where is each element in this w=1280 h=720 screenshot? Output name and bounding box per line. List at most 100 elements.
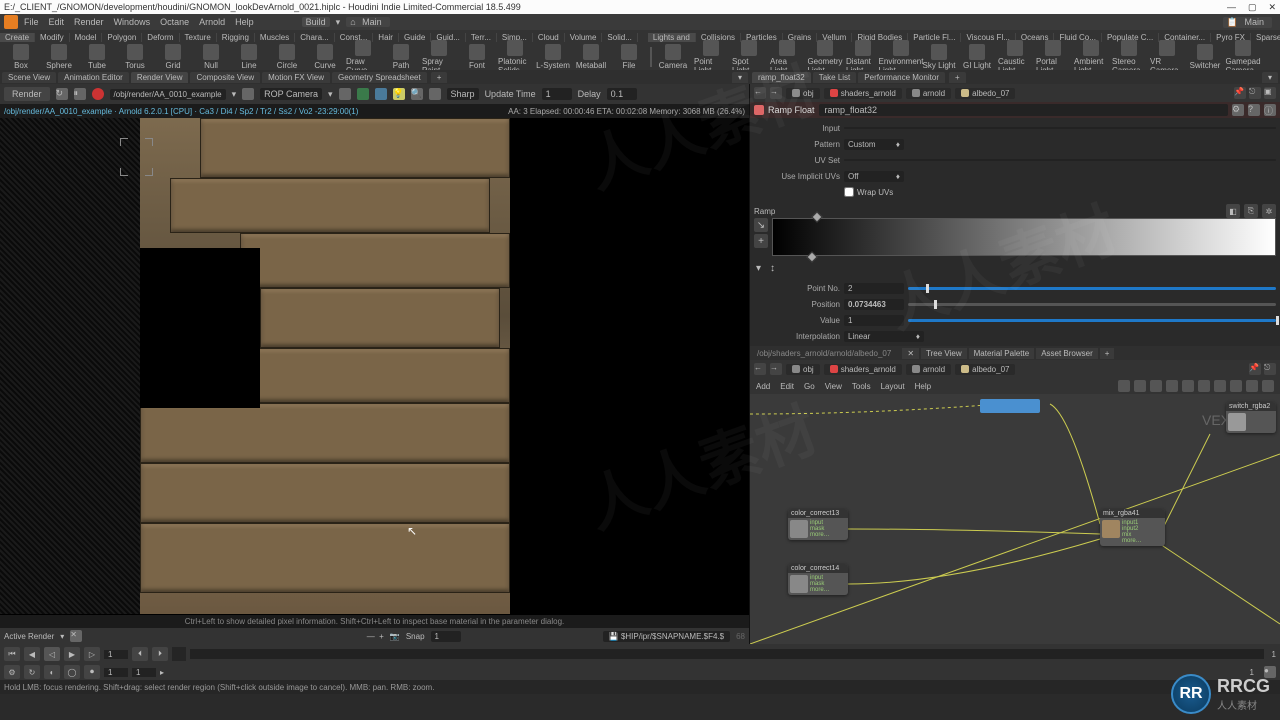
tool-torus[interactable]: Torus xyxy=(118,44,152,70)
tool-box[interactable]: Box xyxy=(4,44,38,70)
tab-assetbrowser[interactable]: Asset Browser xyxy=(1036,348,1098,359)
nav-back-icon[interactable]: ← xyxy=(754,363,766,375)
snap-num[interactable]: 1 xyxy=(431,631,461,642)
ng-icon[interactable] xyxy=(1134,380,1146,392)
shelf-tab[interactable]: Polygon xyxy=(102,33,142,42)
ng-icon[interactable] xyxy=(1118,380,1130,392)
crumb-shaders[interactable]: shaders_arnold xyxy=(824,364,902,375)
input-field[interactable] xyxy=(844,127,1276,129)
node-mix[interactable]: mix_rgba41 input1input2mixmore… xyxy=(1100,509,1165,546)
shelf-tab[interactable]: Lights and xyxy=(648,33,696,42)
tab-treeview[interactable]: Tree View xyxy=(921,348,967,359)
zoom-icon[interactable]: 🔍 xyxy=(411,88,423,100)
tool-tube[interactable]: Tube xyxy=(80,44,114,70)
ng-icon[interactable] xyxy=(1150,380,1162,392)
tool-skylight[interactable]: Sky Light xyxy=(922,44,956,70)
link-icon[interactable]: ⎋ xyxy=(1249,87,1261,99)
quality-dropdown[interactable]: Sharp xyxy=(447,88,479,100)
shelf-tab[interactable]: Texture xyxy=(180,33,217,42)
tool-sphere[interactable]: Sphere xyxy=(42,44,76,70)
loop-icon[interactable]: ↕ xyxy=(770,263,775,274)
node-name-field[interactable]: ramp_float32 xyxy=(819,104,1228,116)
new-pane-icon[interactable]: ▣ xyxy=(1264,87,1276,99)
ng-menu-add[interactable]: Add xyxy=(756,382,770,391)
shelf-tab[interactable]: Modify xyxy=(35,33,70,42)
uvset-field[interactable] xyxy=(844,159,1276,161)
pin-icon[interactable]: 📌 xyxy=(1249,363,1261,375)
menu-help[interactable]: Help xyxy=(231,17,258,27)
crumb-albedo[interactable]: albedo_07 xyxy=(955,364,1015,375)
tool-gilight[interactable]: GI Light xyxy=(960,44,994,70)
ng-menu-go[interactable]: Go xyxy=(804,382,815,391)
chevron-right-icon[interactable]: ▸ xyxy=(160,668,164,677)
crumb-obj[interactable]: obj xyxy=(786,364,820,375)
ramp-gradient[interactable] xyxy=(772,218,1276,256)
close-icon[interactable]: ✕ xyxy=(1268,2,1276,13)
pointno-field[interactable]: 2 xyxy=(844,283,904,294)
help-icon[interactable]: ? xyxy=(1248,104,1260,116)
tab-animeditor[interactable]: Animation Editor xyxy=(58,72,129,83)
shelf-tab[interactable]: Cloud xyxy=(533,33,565,42)
tool-lsystem[interactable]: L-System xyxy=(536,44,570,70)
aov-icon[interactable] xyxy=(429,88,441,100)
tool-metaball[interactable]: Metaball xyxy=(574,44,608,70)
tool-curve[interactable]: Curve xyxy=(308,44,342,70)
menu-windows[interactable]: Windows xyxy=(110,17,155,27)
info-icon[interactable]: ⓘ xyxy=(1264,104,1276,116)
ng-menu-view[interactable]: View xyxy=(825,382,842,391)
camera-icon[interactable]: 📷 xyxy=(390,632,400,641)
pb-icon[interactable]: ◐ xyxy=(44,665,60,679)
value-slider[interactable] xyxy=(908,319,1276,322)
range-start[interactable]: 1 xyxy=(104,668,128,677)
tool-camera[interactable]: Camera xyxy=(656,44,690,70)
ramp-copy-icon[interactable]: ⎘ xyxy=(1244,204,1258,218)
shelf-tab[interactable]: Solid... xyxy=(602,33,637,42)
ng-icon[interactable] xyxy=(1230,380,1242,392)
menu-arnold[interactable]: Arnold xyxy=(195,17,229,27)
next-key-icon[interactable]: ⏵ xyxy=(152,647,168,661)
light-icon[interactable]: 💡 xyxy=(393,88,405,100)
desktop-main[interactable]: ⌂ Main xyxy=(346,17,389,27)
shelf-tab[interactable]: Model xyxy=(70,33,103,42)
stop-icon[interactable] xyxy=(92,88,104,100)
ng-menu-edit[interactable]: Edit xyxy=(780,382,794,391)
ng-menu-help[interactable]: Help xyxy=(915,382,931,391)
chevron-down-icon[interactable]: ▾ xyxy=(232,89,237,100)
first-frame-icon[interactable]: ⏮ xyxy=(4,647,20,661)
position-field[interactable]: 0.0734463 xyxy=(844,299,904,310)
tab-geospread[interactable]: Geometry Spreadsheet xyxy=(332,72,427,83)
tab-ramp[interactable]: ramp_float32 xyxy=(752,72,811,83)
add-tab-icon[interactable]: + xyxy=(431,72,448,83)
blue-node[interactable] xyxy=(980,399,1040,413)
collapse-icon[interactable]: ▾ xyxy=(756,263,766,274)
close-icon[interactable]: ✕ xyxy=(902,348,919,359)
tool-line[interactable]: Line xyxy=(232,44,266,70)
prev-key-icon[interactable]: ⏴ xyxy=(132,647,148,661)
tab-sceneview[interactable]: Scene View xyxy=(2,72,56,83)
implicit-dropdown[interactable]: Off♦ xyxy=(844,171,904,182)
pin-icon[interactable]: 📌 xyxy=(1234,87,1246,99)
ng-icon[interactable] xyxy=(1198,380,1210,392)
node-switch[interactable]: switch_rgba2 xyxy=(1226,402,1276,433)
add-tab-icon[interactable]: + xyxy=(949,72,966,83)
ng-icon[interactable] xyxy=(1246,380,1258,392)
tool-grid[interactable]: Grid xyxy=(156,44,190,70)
rop-path-field[interactable]: /obj/render/AA_0010_example xyxy=(110,89,226,100)
tab-perfmon[interactable]: Performance Monitor xyxy=(858,72,945,83)
play-icon[interactable]: ▶ xyxy=(64,647,80,661)
shelf-tab[interactable]: Volume xyxy=(565,33,603,42)
crumb-obj[interactable]: obj xyxy=(786,88,820,99)
next-frame-icon[interactable]: ▷ xyxy=(84,647,100,661)
menu-file[interactable]: File xyxy=(20,17,43,27)
ng-icon[interactable] xyxy=(1262,380,1274,392)
chevron-down-icon[interactable]: ▾ xyxy=(328,89,333,100)
position-slider[interactable] xyxy=(908,303,1276,306)
wrap-uv-checkbox[interactable]: Wrap UVs xyxy=(844,187,893,197)
menu-octane[interactable]: Octane xyxy=(156,17,193,27)
tool-null[interactable]: Null xyxy=(194,44,228,70)
minimize-icon[interactable]: — xyxy=(1227,2,1236,13)
value-field[interactable]: 1 xyxy=(844,315,904,326)
tool-file[interactable]: File xyxy=(612,44,646,70)
desktop-build[interactable]: Build xyxy=(302,17,330,27)
jump-to-icon[interactable] xyxy=(242,88,254,100)
